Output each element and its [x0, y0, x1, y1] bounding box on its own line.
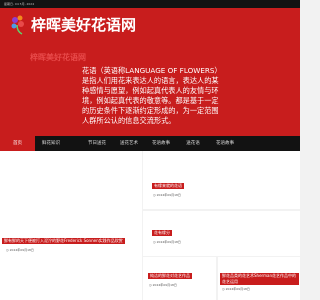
post-date: ◷2024年09月18日	[149, 283, 177, 287]
flower-logo-icon	[11, 15, 24, 35]
post-date: ◷2024年09月18日	[153, 193, 181, 197]
site-header: 梓晖美好花语网 梓晖美好花语网 花语（英语称LANGUAGE OF FLOWER…	[0, 8, 300, 136]
post-date: ◷2024年09月18日	[153, 240, 181, 244]
nav-item-send[interactable]: 送花语	[178, 136, 208, 151]
main-navigation: 首页 鲜花知识 节日送花 送花艺术 花语故事 送花语 花语故事	[0, 136, 300, 151]
post-card[interactable]: 纯洁的鲜花对花艺作品 ◷2024年09月18日	[143, 257, 216, 300]
clock-icon: ◷	[153, 240, 156, 244]
featured-post-title[interactable]: 鲜有鲜的天下便被打入泥泞的野花Frederick Sonnen实践作品欣赏	[2, 238, 125, 244]
post-card[interactable]: 鲜花品类的花艺术Sherman花艺作品中的花艺运用 ◷2024年09月18日	[218, 257, 300, 300]
site-description: 花语（英语称LANGUAGE OF FLOWERS）是指人们用花来表达人的语言，…	[82, 66, 219, 125]
clock-icon: ◷	[149, 283, 152, 287]
post-title[interactable]: 鲜花品类的花艺术Sherman花艺作品中的花艺运用	[220, 273, 299, 285]
post-title[interactable]: 有缘来就的花语	[152, 183, 184, 189]
nav-item-art[interactable]: 送花艺术	[114, 136, 144, 151]
post-date: ◷2024年09月18日	[222, 287, 250, 291]
current-date: 星期日, 04 5月, 2024	[4, 2, 35, 6]
clock-icon: ◷	[6, 248, 9, 252]
post-title[interactable]: 纯洁的鲜花对花艺作品	[148, 273, 192, 279]
nav-item-stories[interactable]: 花语故事	[146, 136, 176, 151]
clock-icon: ◷	[153, 193, 156, 197]
featured-post[interactable]: 鲜有鲜的天下便被打入泥泞的野花Frederick Sonnen实践作品欣赏 ◷2…	[0, 151, 142, 300]
clock-icon: ◷	[222, 287, 225, 291]
nav-item-home[interactable]: 首页	[0, 136, 35, 151]
site-subtitle: 梓晖美好花语网	[30, 53, 86, 62]
nav-item-festival[interactable]: 节日送花	[82, 136, 112, 151]
post-card[interactable]: 花有缘分 ◷2024年09月18日	[143, 211, 300, 256]
post-card[interactable]: 有缘来就的花语 ◷2024年09月18日	[143, 151, 300, 209]
nav-item-knowledge[interactable]: 鲜花知识	[36, 136, 66, 151]
nav-item-stories-2[interactable]: 花语故事	[210, 136, 240, 151]
featured-post-date: ◷2024年09月18日	[6, 248, 34, 252]
site-logo[interactable]: 梓晖美好花语网	[8, 10, 136, 38]
site-name: 梓晖美好花语网	[31, 15, 137, 34]
post-title[interactable]: 花有缘分	[152, 230, 172, 236]
top-bar: 星期日, 04 5月, 2024	[0, 0, 300, 8]
